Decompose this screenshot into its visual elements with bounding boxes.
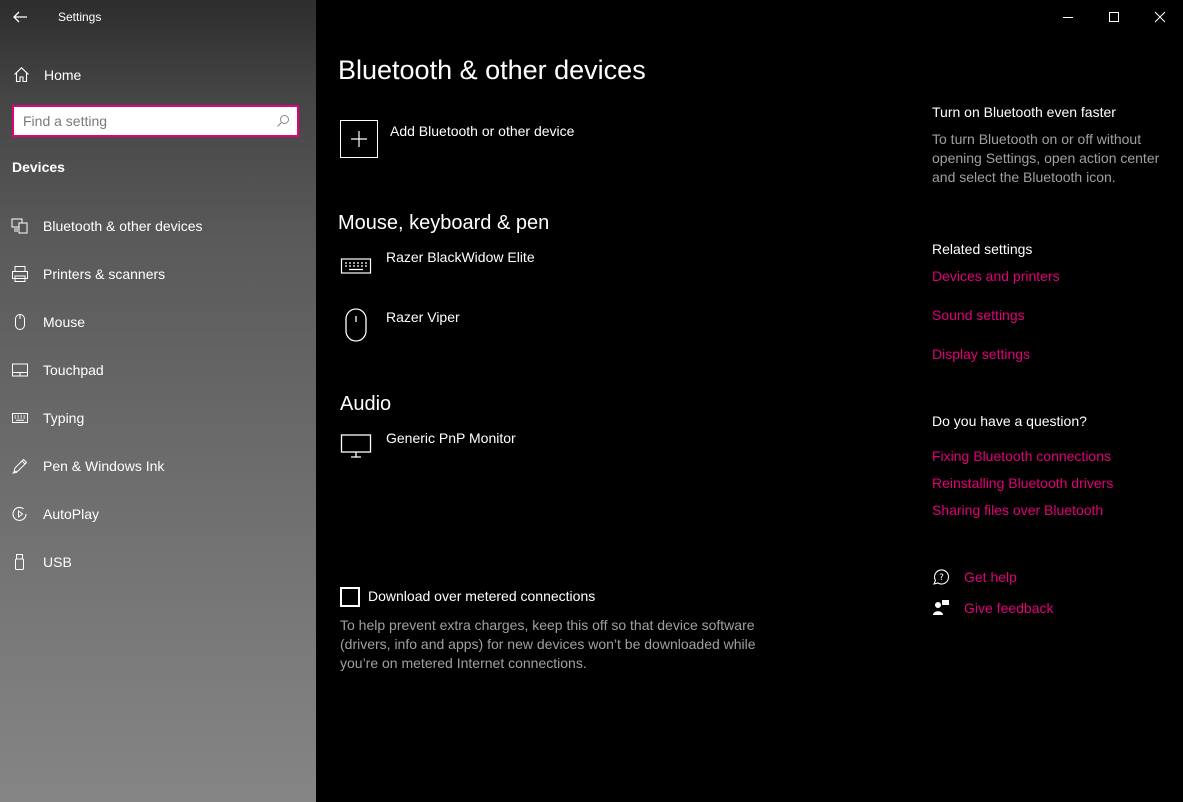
sidebar-item-label: Mouse	[43, 314, 86, 330]
search-input[interactable]	[14, 107, 264, 135]
app-title: Settings	[58, 10, 102, 24]
get-help-link[interactable]: ? Get help	[932, 568, 1132, 588]
back-button[interactable]	[11, 8, 29, 26]
add-box	[340, 120, 378, 158]
home-label: Home	[44, 67, 82, 83]
minimize-button[interactable]	[1045, 0, 1091, 34]
mouse-icon	[345, 308, 367, 342]
close-icon	[1154, 11, 1166, 23]
device-item[interactable]: Razer Viper	[340, 308, 640, 349]
group-header-input: Mouse, keyboard & pen	[338, 212, 550, 234]
plus-icon	[351, 131, 367, 147]
sidebar-item-mouse[interactable]: Mouse	[0, 304, 316, 340]
get-help-label: Get help	[964, 569, 1017, 585]
sidebar-item-label: Bluetooth & other devices	[43, 218, 203, 234]
sidebar-item-usb[interactable]: USB	[0, 544, 316, 580]
minimize-icon	[1063, 17, 1073, 18]
group-header-audio: Audio	[340, 393, 392, 415]
give-feedback-label: Give feedback	[964, 600, 1054, 616]
close-button[interactable]	[1137, 0, 1183, 34]
tip-heading: Turn on Bluetooth even faster	[932, 104, 1116, 120]
sidebar-item-label: AutoPlay	[43, 506, 100, 522]
maximize-icon	[1109, 12, 1119, 22]
link-sound-settings[interactable]: Sound settings	[932, 307, 1025, 323]
page-title: Bluetooth & other devices	[338, 55, 646, 85]
metered-help-text: To help prevent extra charges, keep this…	[340, 617, 756, 671]
search-icon[interactable]	[276, 114, 290, 128]
pen-icon	[12, 458, 28, 474]
sidebar-item-printers[interactable]: Printers & scanners	[0, 256, 316, 292]
link-sharing-files[interactable]: Sharing files over Bluetooth	[932, 502, 1103, 518]
device-name: Razer BlackWidow Elite	[386, 249, 535, 265]
keyboard-icon	[340, 258, 372, 274]
link-devices-and-printers[interactable]: Devices and printers	[932, 268, 1060, 284]
feedback-icon	[933, 600, 949, 615]
sidebar: Settings Home Devices Bluetooth & other …	[0, 0, 316, 802]
keyboard-icon	[12, 413, 28, 423]
sidebar-item-label: Printers & scanners	[43, 266, 166, 282]
autoplay-icon	[12, 506, 27, 521]
sidebar-item-pen[interactable]: Pen & Windows Ink	[0, 448, 316, 484]
link-fixing-bluetooth[interactable]: Fixing Bluetooth connections	[932, 448, 1111, 464]
printer-icon	[12, 266, 28, 282]
sidebar-item-label: Typing	[43, 410, 85, 426]
main-content: Bluetooth & other devices Add Bluetooth …	[316, 0, 1183, 802]
search-box[interactable]	[12, 105, 299, 137]
maximize-button[interactable]	[1091, 0, 1137, 34]
device-item[interactable]: Razer BlackWidow Elite	[340, 249, 640, 289]
touchpad-icon	[12, 363, 28, 377]
question-heading: Do you have a question?	[932, 413, 1087, 429]
device-name: Razer Viper	[386, 309, 460, 325]
give-feedback-link[interactable]: Give feedback	[932, 599, 1132, 619]
monitor-icon	[340, 434, 372, 458]
sidebar-item-autoplay[interactable]: AutoPlay	[0, 496, 316, 532]
related-settings-heading: Related settings	[932, 241, 1033, 257]
usb-icon	[15, 554, 24, 570]
link-display-settings[interactable]: Display settings	[932, 346, 1030, 362]
device-item[interactable]: Generic PnP Monitor	[340, 430, 640, 470]
bluetooth-devices-icon	[11, 218, 28, 234]
sidebar-item-touchpad[interactable]: Touchpad	[0, 352, 316, 388]
metered-checkbox-label: Download over metered connections	[368, 588, 596, 604]
home-nav-item[interactable]: Home	[0, 60, 316, 90]
section-header: Devices	[12, 159, 65, 175]
sidebar-item-bluetooth[interactable]: Bluetooth & other devices	[0, 208, 316, 244]
sidebar-item-label: USB	[43, 554, 72, 570]
svg-text:?: ?	[939, 573, 944, 583]
home-icon	[14, 67, 29, 83]
sidebar-item-label: Touchpad	[43, 362, 104, 378]
back-arrow-icon	[13, 11, 27, 23]
link-reinstalling-drivers[interactable]: Reinstalling Bluetooth drivers	[932, 475, 1113, 491]
device-name: Generic PnP Monitor	[386, 430, 516, 446]
title-bar: Settings	[0, 0, 316, 34]
tip-text: To turn Bluetooth on or off without open…	[932, 131, 1160, 185]
add-device-label: Add Bluetooth or other device	[390, 123, 575, 139]
sidebar-item-typing[interactable]: Typing	[0, 400, 316, 436]
sidebar-item-label: Pen & Windows Ink	[43, 458, 165, 474]
mouse-icon	[15, 314, 25, 330]
metered-checkbox[interactable]	[340, 587, 360, 607]
get-help-icon: ?	[933, 569, 950, 585]
